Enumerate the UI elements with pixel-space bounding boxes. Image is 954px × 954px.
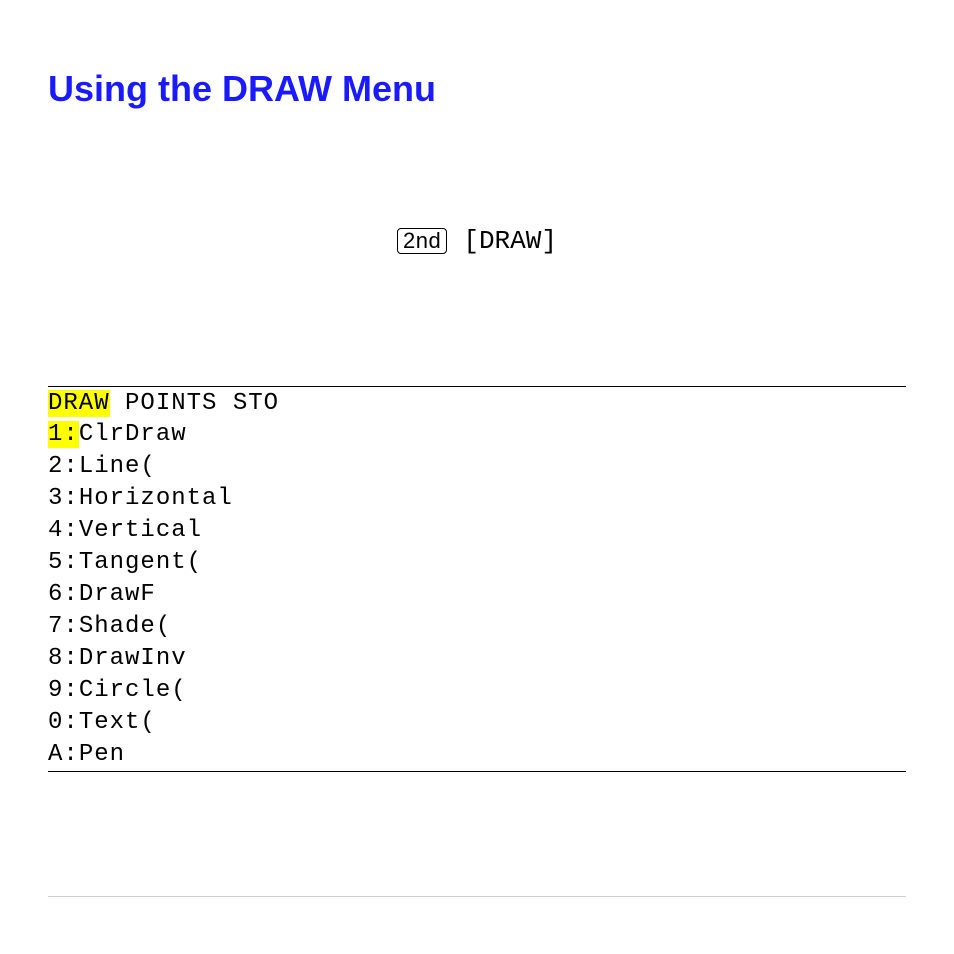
menu-item: 2:Line( [48, 451, 906, 483]
menu-item-label: Text( [79, 709, 156, 736]
menu-item-label: Pen [79, 741, 125, 768]
menu-item-number: 3: [48, 485, 79, 512]
key-sequence: 2nd [DRAW] [48, 226, 906, 256]
key-2nd: 2nd [397, 228, 447, 254]
menu-tabs: DRAW POINTS STO [48, 387, 906, 419]
menu-item: 4:Vertical [48, 515, 906, 547]
menu-item: 0:Text( [48, 707, 906, 739]
menu-item-number: 8: [48, 645, 79, 672]
menu-item-label: Horizontal [79, 485, 233, 512]
menu-item-number: 6: [48, 581, 79, 608]
menu-item: 8:DrawInv [48, 643, 906, 675]
menu-item-number: 4: [48, 517, 79, 544]
menu-item: 6:DrawF [48, 579, 906, 611]
menu-item-label: Shade( [79, 613, 171, 640]
page-heading: Using the DRAW Menu [48, 68, 906, 110]
menu-item-number: 5: [48, 549, 79, 576]
tab-gap [110, 390, 125, 417]
menu-items: 1:ClrDraw 2:Line( 3:Horizontal 4:Vertica… [48, 419, 906, 771]
menu-item-label: Circle( [79, 677, 187, 704]
menu-item: 5:Tangent( [48, 547, 906, 579]
menu-item-number: 0: [48, 709, 79, 736]
menu-item-label: Line( [79, 453, 156, 480]
menu-item-label: Vertical [79, 517, 202, 544]
menu-item-number: 9: [48, 677, 79, 704]
menu-item-number: 7: [48, 613, 79, 640]
footer-rule [48, 896, 906, 897]
menu-item-label: Tangent( [79, 549, 202, 576]
tab-gap [217, 390, 232, 417]
menu-item: 1:ClrDraw [48, 419, 906, 451]
menu-item: 9:Circle( [48, 675, 906, 707]
draw-menu-block: DRAW POINTS STO 1:ClrDraw 2:Line( 3:Hori… [48, 386, 906, 772]
menu-item-label: DrawInv [79, 645, 187, 672]
tab-points: POINTS [125, 390, 217, 417]
tab-draw: DRAW [48, 390, 110, 417]
menu-item-number: 1: [48, 421, 79, 448]
menu-item-label: ClrDraw [79, 421, 187, 448]
menu-item: 3:Horizontal [48, 483, 906, 515]
menu-item: A:Pen [48, 739, 906, 771]
key-draw-bracket: [DRAW] [463, 226, 557, 256]
menu-item-number: 2: [48, 453, 79, 480]
menu-item-label: DrawF [79, 581, 156, 608]
menu-item: 7:Shade( [48, 611, 906, 643]
menu-item-number: A: [48, 741, 79, 768]
tab-sto: STO [233, 390, 279, 417]
